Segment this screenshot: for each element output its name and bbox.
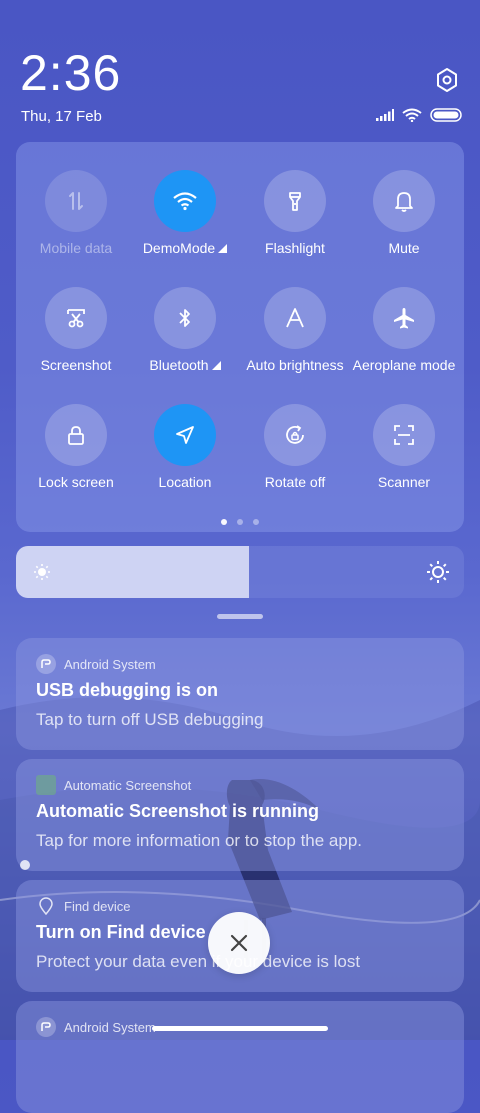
lock-icon [45,404,107,466]
expand-triangle-icon [211,361,221,370]
tile-label: Mute [388,240,420,256]
rotate-lock-icon [264,404,326,466]
tile-demomode[interactable]: DemoMode [130,170,240,256]
tile-label: Auto brightness [246,357,344,373]
tile-label: Scanner [377,474,431,490]
tile-mute[interactable]: Mute [349,170,459,256]
status-icons [376,108,462,122]
tile-label: DemoMode [142,240,216,256]
wifi-icon [402,108,422,122]
notification-text: Tap to turn off USB debugging [36,710,264,729]
tile-bluetooth[interactable]: Bluetooth [130,287,240,373]
tile-scanner[interactable]: Scanner [349,404,459,490]
brightness-low-icon [34,564,50,580]
notification-card[interactable]: Android System [16,1001,464,1113]
android-system-icon [36,1017,56,1037]
tile-aeroplane-mode[interactable]: Aeroplane mode [349,287,459,373]
gear-icon[interactable] [433,66,461,94]
clock: 2:36 [20,45,122,101]
notification-app-name: Automatic Screenshot [64,777,192,793]
tile-label: Lock screen [38,474,114,490]
notification-text: Protect your data even if your device is… [36,952,361,971]
drag-handle[interactable] [217,614,263,619]
notification-text: Tap for more information or to stop the … [36,831,363,850]
tile-screenshot[interactable]: Screenshot [21,287,131,373]
bluetooth-icon [154,287,216,349]
tile-lock-screen[interactable]: Lock screen [21,404,131,490]
scissors-icon [45,287,107,349]
page-dot[interactable] [253,519,259,525]
mobile-data-icon [45,170,107,232]
automatic-screenshot-icon [36,775,56,795]
page-dot[interactable] [221,519,227,525]
tile-label: Bluetooth [149,357,209,373]
bell-icon [373,170,435,232]
tile-flashlight[interactable]: Flashlight [240,170,350,256]
wifi-icon [154,170,216,232]
close-icon [230,934,248,952]
tile-label: Location [158,474,212,490]
notification-app-name: Find device [64,898,131,914]
signal-icon [376,109,394,121]
location-arrow-icon [154,404,216,466]
scanner-icon [373,404,435,466]
tile-label: Mobile data [39,240,113,256]
notification-title: USB debugging is on [36,680,218,700]
notification-app-name: Android System [64,656,156,672]
location-pin-icon [36,896,56,916]
brightness-slider[interactable] [16,546,464,598]
notification-title: Automatic Screenshot is running [36,801,320,821]
page-dot[interactable] [237,519,243,525]
tile-label: Rotate off [264,474,326,490]
decorative-dot [20,860,30,870]
notification-app-name: Android System [64,1019,156,1035]
tile-mobile-data[interactable]: Mobile data [21,170,131,256]
auto-brightness-icon [264,287,326,349]
tile-label: Screenshot [40,357,112,373]
tile-location[interactable]: Location [130,404,240,490]
airplane-icon [373,287,435,349]
tile-auto-brightness[interactable]: Auto brightness [240,287,350,373]
tile-rotate-off[interactable]: Rotate off [240,404,350,490]
battery-icon [430,108,462,122]
expand-triangle-icon [218,244,228,253]
home-indicator[interactable] [152,1026,328,1031]
page-indicator [16,519,464,525]
quick-settings-panel: Mobile data DemoMode Flashlight Mute Scr… [16,142,464,532]
clear-all-button[interactable] [208,912,270,974]
date: Thu, 17 Feb [21,108,102,125]
tile-label: Aeroplane mode [352,357,456,373]
notification-card[interactable]: Android System USB debugging is on Tap t… [16,638,464,750]
tile-label: Flashlight [265,240,325,256]
android-system-icon [36,654,56,674]
flashlight-icon [264,170,326,232]
notification-card[interactable]: Automatic Screenshot Automatic Screensho… [16,759,464,871]
brightness-high-icon [427,561,449,583]
notification-title: Turn on Find device [36,922,206,942]
